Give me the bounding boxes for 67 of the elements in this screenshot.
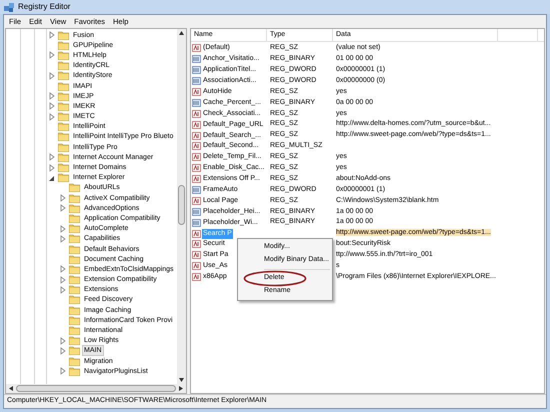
folder-icon — [69, 275, 80, 284]
folder-icon — [69, 254, 80, 264]
folder-icon — [58, 50, 69, 60]
folder-icon — [58, 173, 69, 182]
folder-icon — [69, 194, 80, 203]
binary-value-icon — [192, 218, 201, 227]
folder-icon — [69, 264, 80, 274]
folder-icon — [69, 326, 80, 336]
binary-value-icon — [192, 208, 201, 216]
folder-icon — [69, 366, 80, 376]
scroll-thumb[interactable] — [178, 185, 185, 225]
collapsed-arrow-icon[interactable] — [59, 336, 67, 345]
binary-value-icon — [192, 98, 201, 107]
folder-icon — [69, 316, 80, 325]
folder-icon — [69, 336, 80, 346]
collapsed-arrow-icon[interactable] — [59, 276, 67, 284]
folder-icon — [58, 163, 69, 172]
scroll-up-icon[interactable] — [179, 31, 184, 35]
scroll-thumb[interactable] — [16, 385, 176, 392]
folder-icon — [58, 132, 69, 142]
folder-icon — [58, 30, 69, 40]
folder-icon — [58, 61, 69, 70]
binary-value-icon — [192, 66, 201, 74]
folder-icon — [69, 234, 80, 244]
folder-icon — [58, 112, 69, 122]
folder-icon — [58, 71, 69, 80]
binary-value-icon — [192, 77, 201, 86]
folder-icon — [69, 285, 80, 294]
collapsed-arrow-icon[interactable] — [59, 194, 67, 202]
window-title: Registry Editor — [18, 1, 70, 13]
collapsed-arrow-icon[interactable] — [59, 346, 67, 355]
collapsed-arrow-icon[interactable] — [59, 224, 67, 233]
folder-icon — [58, 142, 69, 152]
folder-icon — [58, 40, 69, 50]
collapsed-arrow-icon[interactable] — [59, 204, 67, 212]
folder-icon — [58, 82, 69, 91]
scroll-left-icon[interactable] — [9, 386, 13, 391]
folder-icon — [58, 92, 69, 101]
collapsed-arrow-icon[interactable] — [48, 102, 56, 110]
binary-value-icon — [192, 55, 201, 64]
scroll-down-icon[interactable] — [179, 378, 184, 382]
folder-icon — [58, 152, 69, 162]
folder-icon — [69, 346, 80, 356]
registry-cubes-icon — [4, 2, 14, 12]
scroll-right-icon[interactable] — [179, 386, 183, 391]
collapsed-arrow-icon[interactable] — [48, 31, 56, 40]
folder-icon — [69, 356, 80, 366]
binary-value-icon — [192, 186, 201, 194]
folder-icon — [69, 183, 80, 192]
collapsed-arrow-icon[interactable] — [48, 51, 56, 60]
folder-icon — [69, 214, 80, 223]
collapsed-arrow-icon[interactable] — [59, 234, 67, 243]
expanded-arrow-icon[interactable] — [48, 174, 56, 182]
collapsed-arrow-icon[interactable] — [48, 72, 56, 80]
collapsed-arrow-icon[interactable] — [59, 367, 67, 376]
collapsed-arrow-icon[interactable] — [48, 153, 56, 162]
folder-icon — [69, 295, 80, 304]
collapsed-arrow-icon[interactable] — [48, 112, 56, 121]
folder-icon — [69, 204, 80, 213]
folder-icon — [58, 122, 69, 132]
collapsed-arrow-icon[interactable] — [59, 265, 67, 274]
folder-icon — [58, 102, 69, 111]
collapsed-arrow-icon[interactable] — [59, 286, 67, 294]
folder-icon — [69, 244, 80, 254]
folder-icon — [69, 224, 80, 234]
folder-icon — [69, 306, 80, 315]
collapsed-arrow-icon[interactable] — [48, 92, 56, 100]
